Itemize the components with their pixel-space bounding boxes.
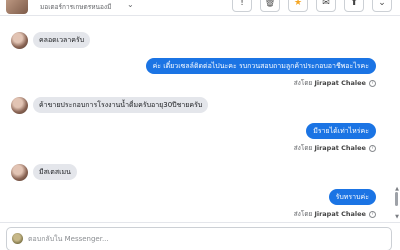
chevron-down-icon[interactable]: ⌄	[127, 0, 134, 9]
message-thread: คลอดเวลาครับ ค่ะ เดี๋ยวเซลล์ติดต่อไปนะคะ…	[0, 16, 400, 222]
outgoing-message: ค่ะ เดี๋ยวเซลล์ติดต่อไปนะคะ รบกวนสอบถามล…	[145, 58, 376, 75]
incoming-message: ค้าขายประกอบการโรงงานน้ำดื่มครับอายุ30ปี…	[33, 97, 209, 114]
incoming-message: มีสเตสเมน	[33, 164, 77, 181]
outgoing-message: มีรายได้เท่าไหร่คะ	[306, 123, 376, 140]
sender-name: Jirapat Chalee	[314, 79, 366, 87]
sent-by-prefix: ส่งโดย	[293, 144, 313, 152]
sent-by-label: ส่งโดย Jirapat Chalee ?	[294, 78, 376, 88]
share-icon[interactable]: ⬆	[344, 0, 364, 12]
user-avatar	[12, 233, 23, 244]
scrollbar[interactable]: ▲ ▼	[393, 16, 399, 222]
sent-by-prefix: ส่งโดย	[293, 210, 313, 218]
sent-by-prefix: ส่งโดย	[293, 79, 313, 87]
scroll-down-icon[interactable]: ▼	[395, 214, 399, 220]
help-icon[interactable]: ?	[369, 210, 376, 218]
sent-by-label: ส่งโดย Jirapat Chalee ?	[294, 209, 376, 219]
toolbar: ! 🗑 ★ ✉ ⬆ ⌄	[232, 0, 392, 12]
contact-avatar[interactable]	[6, 0, 28, 14]
scroll-thumb[interactable]	[395, 192, 398, 206]
contact-avatar	[11, 164, 28, 181]
reply-composer	[0, 222, 400, 250]
star-icon[interactable]: ★	[288, 0, 308, 12]
outgoing-message: รับทราบค่ะ	[328, 189, 376, 206]
sender-name: Jirapat Chalee	[314, 144, 366, 152]
help-icon[interactable]: ?	[369, 144, 376, 152]
help-icon[interactable]: ?	[369, 79, 376, 87]
sender-name: Jirapat Chalee	[314, 210, 366, 218]
chevron-down-icon[interactable]: ⌄	[372, 0, 392, 12]
mail-icon[interactable]: ✉	[316, 0, 336, 12]
contact-avatar	[11, 97, 28, 114]
incoming-message: คลอดเวลาครับ	[33, 32, 91, 49]
sent-by-label: ส่งโดย Jirapat Chalee ?	[294, 143, 376, 153]
page-name: มอเตอร์การเกษตรหนองมี	[40, 3, 112, 11]
trash-icon[interactable]: 🗑	[260, 0, 280, 12]
contact-avatar	[11, 32, 28, 49]
info-icon[interactable]: !	[232, 0, 252, 12]
reply-input[interactable]	[28, 232, 368, 245]
conversation-header: มอเตอร์การเกษตรหนองมี ⌄ ! 🗑 ★ ✉ ⬆ ⌄	[0, 0, 400, 16]
